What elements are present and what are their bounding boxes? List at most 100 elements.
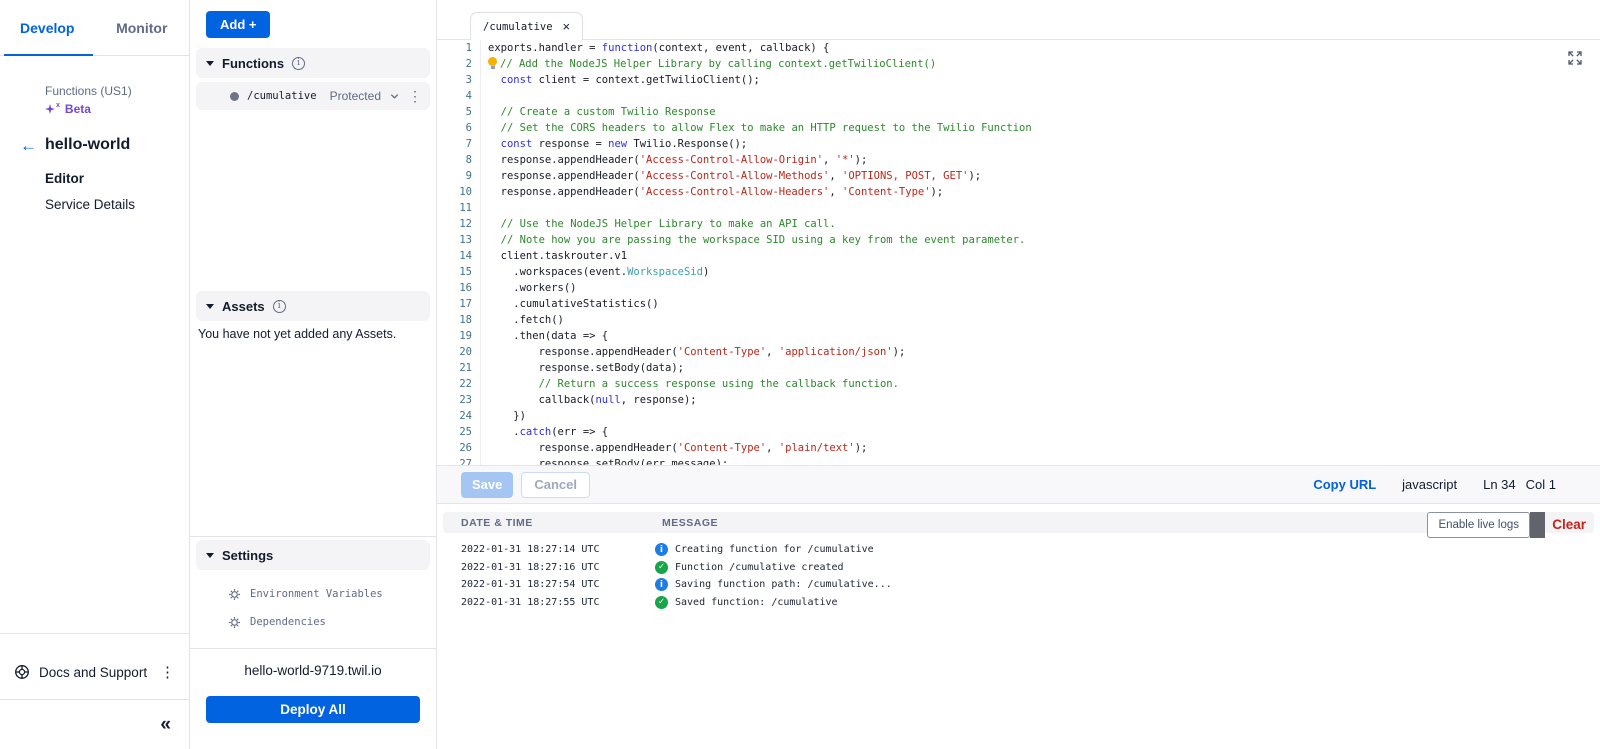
cancel-button[interactable]: Cancel — [521, 472, 590, 498]
code-token — [488, 234, 501, 246]
lightbulb-hint-icon[interactable] — [488, 57, 497, 69]
sidebar-item-service-details[interactable]: Service Details — [45, 197, 189, 212]
code-token — [488, 138, 501, 150]
code-line[interactable]: response.appendHeader('Access-Control-Al… — [488, 184, 1590, 200]
code-line[interactable]: const response = new Twilio.Response(); — [488, 136, 1590, 152]
code-token: ); — [968, 170, 981, 182]
line-number: 3 — [437, 72, 472, 88]
code-line[interactable]: client.taskrouter.v1 — [488, 248, 1590, 264]
line-number: 25 — [437, 424, 472, 440]
tab-monitor[interactable]: Monitor — [95, 0, 190, 55]
disclosure-triangle-icon — [206, 61, 214, 66]
code-token: response.appendHeader( — [488, 186, 640, 198]
sidebar-item-editor[interactable]: Editor — [45, 171, 189, 186]
line-number: 8 — [437, 152, 472, 168]
code-line[interactable]: callback(null, response); — [488, 392, 1590, 408]
log-timestamp: 2022-01-31 18:27:14 UTC — [461, 544, 655, 555]
code-line[interactable]: exports.handler = function(context, even… — [488, 40, 1590, 56]
tab-develop[interactable]: Develop — [0, 0, 95, 55]
editor-tab-cumulative[interactable]: /cumulative × — [470, 12, 583, 40]
deploy-all-button[interactable]: Deploy All — [206, 696, 420, 723]
code-line[interactable]: .then(data => { — [488, 328, 1590, 344]
code-line[interactable]: // Add the NodeJS Helper Library by call… — [488, 56, 1590, 72]
enable-live-logs-button[interactable]: Enable live logs — [1427, 512, 1530, 538]
code-line[interactable]: response.appendHeader('Access-Control-Al… — [488, 168, 1590, 184]
docs-and-support[interactable]: Docs and Support ⋮ — [0, 652, 189, 692]
line-number: 23 — [437, 392, 472, 408]
code-line[interactable]: }) — [488, 408, 1590, 424]
function-kebab-icon[interactable]: ⋮ — [408, 88, 422, 105]
code-lines[interactable]: exports.handler = function(context, even… — [488, 40, 1590, 465]
code-line[interactable]: // Use the NodeJS Helper Library to make… — [488, 216, 1590, 232]
info-icon[interactable]: i — [273, 300, 286, 313]
code-token: new — [608, 138, 627, 150]
code-line[interactable] — [488, 200, 1590, 216]
left-sidebar: Develop Monitor Functions (US1) x Beta ←… — [0, 0, 190, 749]
info-icon[interactable]: i — [292, 57, 305, 70]
save-button[interactable]: Save — [461, 472, 513, 498]
cursor-line: Ln 34 — [1483, 477, 1516, 492]
code-token: response.appendHeader( — [488, 154, 640, 166]
docs-kebab-icon[interactable]: ⋮ — [160, 663, 175, 681]
code-token — [488, 122, 501, 134]
code-line[interactable] — [488, 88, 1590, 104]
code-token: 'application/json' — [779, 346, 893, 358]
sparkle-icon — [45, 104, 55, 114]
line-number: 17 — [437, 296, 472, 312]
code-line[interactable]: response.setBody(err.message); — [488, 456, 1590, 465]
fullscreen-expand-icon[interactable] — [1566, 49, 1584, 67]
line-number: 21 — [437, 360, 472, 376]
code-token: response.setBody(err.message); — [488, 458, 728, 465]
code-line[interactable]: response.appendHeader('Content-Type', 'a… — [488, 344, 1590, 360]
functions-section-header[interactable]: Functions i — [196, 48, 430, 78]
code-line[interactable]: // Note how you are passing the workspac… — [488, 232, 1590, 248]
code-token: , — [766, 346, 779, 358]
settings-item-dependencies[interactable]: Dependencies — [196, 608, 430, 636]
code-token: Twilio.Response(); — [627, 138, 747, 150]
code-line[interactable]: .fetch() — [488, 312, 1590, 328]
code-line[interactable]: response.appendHeader('Access-Control-Al… — [488, 152, 1590, 168]
code-token — [488, 106, 501, 118]
chevron-down-icon[interactable] — [389, 91, 400, 102]
line-number: 19 — [437, 328, 472, 344]
close-tab-icon[interactable]: × — [563, 20, 571, 33]
code-line[interactable]: .catch(err => { — [488, 424, 1590, 440]
code-token: client = context.getTwilioClient(); — [532, 74, 760, 86]
code-token: '*' — [836, 154, 855, 166]
scrollbar-thumb[interactable] — [1530, 512, 1545, 538]
code-line[interactable]: .cumulativeStatistics() — [488, 296, 1590, 312]
copy-url-link[interactable]: Copy URL — [1313, 477, 1376, 492]
line-number: 20 — [437, 344, 472, 360]
language-indicator: javascript — [1402, 477, 1457, 492]
function-item-cumulative[interactable]: /cumulative Protected ⋮ — [196, 82, 430, 110]
back-arrow-icon[interactable]: ← — [20, 137, 37, 154]
service-header: ← hello-world — [20, 136, 189, 154]
code-line[interactable]: const client = context.getTwilioClient()… — [488, 72, 1590, 88]
code-line[interactable]: response.setBody(data); — [488, 360, 1590, 376]
collapse-sidebar-icon[interactable]: « — [160, 715, 171, 734]
code-line[interactable]: .workers() — [488, 280, 1590, 296]
code-line[interactable]: response.appendHeader('Content-Type', 'p… — [488, 440, 1590, 456]
code-token: (err => { — [551, 426, 608, 438]
logs-header: DATE & TIME MESSAGE — [443, 512, 1594, 533]
log-row: 2022-01-31 18:27:14 UTCiCreating functio… — [461, 541, 1576, 559]
sidebar-collapse-row: « — [0, 699, 189, 749]
clear-logs-button[interactable]: Clear — [1552, 517, 1586, 532]
code-token: exports.handler = — [488, 42, 602, 54]
line-number: 10 — [437, 184, 472, 200]
code-line[interactable]: // Create a custom Twilio Response — [488, 104, 1590, 120]
assets-section-header[interactable]: Assets i — [196, 291, 430, 321]
code-token: // Create a custom Twilio Response — [501, 106, 716, 118]
line-number: 16 — [437, 280, 472, 296]
code-line[interactable]: // Set the CORS headers to allow Flex to… — [488, 120, 1590, 136]
add-button[interactable]: Add + — [206, 11, 270, 38]
logs-panel: DATE & TIME MESSAGE Enable live logs Cle… — [437, 504, 1600, 749]
code-line[interactable]: .workspaces(event.WorkspaceSid) — [488, 264, 1590, 280]
settings-section-header[interactable]: Settings — [196, 540, 430, 570]
code-token: WorkspaceSid — [627, 266, 703, 278]
docs-label: Docs and Support — [39, 665, 147, 680]
code-editor[interactable]: 1234567891011121314151617181920212223242… — [437, 40, 1600, 465]
settings-item-environment-variables[interactable]: Environment Variables — [196, 580, 430, 608]
settings-header-label: Settings — [222, 548, 273, 563]
code-line[interactable]: // Return a success response using the c… — [488, 376, 1590, 392]
